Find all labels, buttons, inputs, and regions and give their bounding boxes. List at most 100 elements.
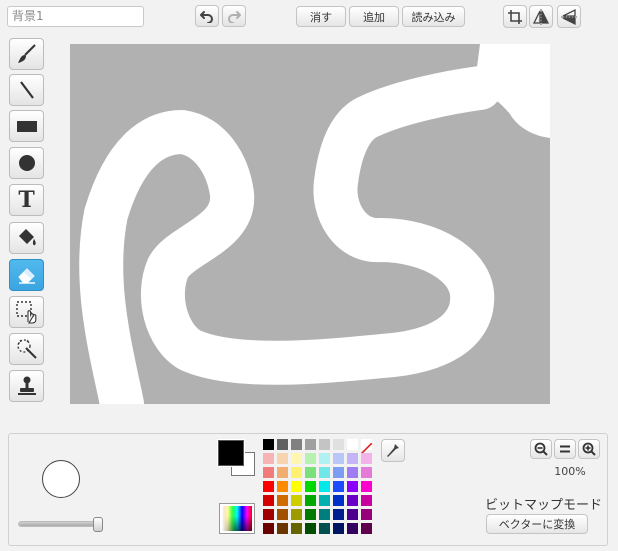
tool-text[interactable]: T [9,184,44,216]
palette-color-cell[interactable] [347,509,358,520]
palette-color-cell[interactable] [347,439,358,450]
palette-color-cell[interactable] [263,467,274,478]
palette-color-cell[interactable] [291,509,302,520]
flip-horizontal-icon [532,8,550,25]
palette-color-cell[interactable] [277,481,288,492]
palette-color-cell[interactable] [263,495,274,506]
eraser-icon [17,268,35,284]
palette-color-cell[interactable] [319,509,330,520]
palette-color-cell[interactable] [333,467,344,478]
palette-color-cell[interactable] [305,439,316,450]
convert-to-vector-button[interactable]: ベクターに変換 [486,514,588,534]
brush-size-slider-thumb[interactable] [93,517,103,532]
palette-color-cell[interactable] [277,495,288,506]
palette-color-cell[interactable] [291,439,302,450]
tool-rectangle[interactable] [9,110,44,142]
stamp-icon [17,376,36,395]
zoom-reset-icon [560,445,570,453]
palette-color-cell[interactable] [361,467,372,478]
palette-no-color[interactable] [360,439,373,455]
undo-button[interactable] [195,5,219,27]
palette-color-cell[interactable] [333,495,344,506]
palette-color-cell[interactable] [347,467,358,478]
palette-color-cell[interactable] [263,509,274,520]
palette-color-cell[interactable] [361,453,372,464]
palette-color-cell[interactable] [263,439,274,450]
palette-color-cell[interactable] [319,453,330,464]
primary-color-swatch[interactable] [217,439,245,467]
color-spectrum-picker[interactable] [219,503,255,534]
palette-color-cell[interactable] [333,509,344,520]
eyedropper-button[interactable] [381,439,405,462]
costume-name-input[interactable]: 背景1 [7,6,144,27]
brush-icon [17,44,36,63]
palette-color-cell[interactable] [361,495,372,506]
zoom-out-icon [534,442,548,456]
palette-color-cell[interactable] [333,453,344,464]
palette-color-cell[interactable] [333,523,344,534]
palette-color-cell[interactable] [291,481,302,492]
palette-color-cell[interactable] [319,439,330,450]
palette-color-cell[interactable] [361,509,372,520]
palette-color-cell[interactable] [291,523,302,534]
brush-size-slider[interactable] [18,521,102,527]
palette-color-cell[interactable] [263,523,274,534]
palette-color-cell[interactable] [277,509,288,520]
palette-color-cell[interactable] [291,453,302,464]
flip-vertical-button[interactable] [557,5,581,28]
palette-color-cell[interactable] [305,509,316,520]
palette-color-cell[interactable] [305,453,316,464]
palette-color-cell[interactable] [319,481,330,492]
palette-color-cell[interactable] [291,495,302,506]
redo-icon [228,11,241,23]
magic-wand-icon [16,339,37,359]
palette-color-cell[interactable] [305,467,316,478]
palette-color-cell[interactable] [319,467,330,478]
tool-ellipse[interactable] [9,147,44,179]
palette-color-cell[interactable] [291,467,302,478]
palette-color-cell[interactable] [333,439,344,450]
palette-color-cell[interactable] [305,495,316,506]
flip-vertical-icon [561,8,577,25]
canvas-drawing [70,44,550,404]
import-button[interactable]: 読み込み [402,6,465,27]
flip-horizontal-button[interactable] [529,5,553,28]
tool-brush[interactable] [9,38,44,70]
palette-color-cell[interactable] [347,495,358,506]
clear-button[interactable]: 消す [296,6,346,27]
zoom-in-button[interactable] [578,439,600,459]
tool-stamp[interactable] [9,370,44,402]
crop-button[interactable] [503,5,527,28]
palette-color-cell[interactable] [347,523,358,534]
bitmap-mode-label: ビットマップモード [484,498,602,513]
palette-color-cell[interactable] [277,467,288,478]
palette-color-cell[interactable] [277,523,288,534]
tool-fill[interactable] [9,222,44,254]
palette-color-cell[interactable] [277,439,288,450]
palette-color-cell[interactable] [319,495,330,506]
tool-line[interactable] [9,74,44,106]
rectangle-icon [16,121,37,132]
palette-color-cell[interactable] [347,453,358,464]
palette-color-cell[interactable] [263,453,274,464]
palette-color-cell[interactable] [263,481,274,492]
select-icon [15,301,36,324]
palette-color-cell[interactable] [305,523,316,534]
palette-color-cell[interactable] [277,453,288,464]
add-button[interactable]: 追加 [349,6,399,27]
palette-color-cell[interactable] [319,523,330,534]
brush-size-slider-fill [19,522,97,526]
palette-color-cell[interactable] [305,481,316,492]
color-spectrum [222,506,252,531]
tool-magic-select[interactable] [9,333,44,365]
zoom-reset-button[interactable] [554,439,576,459]
zoom-out-button[interactable] [530,439,552,459]
palette-color-cell[interactable] [333,481,344,492]
palette-color-cell[interactable] [347,481,358,492]
palette-color-cell[interactable] [361,481,372,492]
tool-eraser[interactable] [9,259,44,291]
paint-canvas[interactable] [70,44,550,404]
tool-select[interactable] [9,296,44,328]
redo-button[interactable] [222,5,246,27]
palette-color-cell[interactable] [361,523,372,534]
